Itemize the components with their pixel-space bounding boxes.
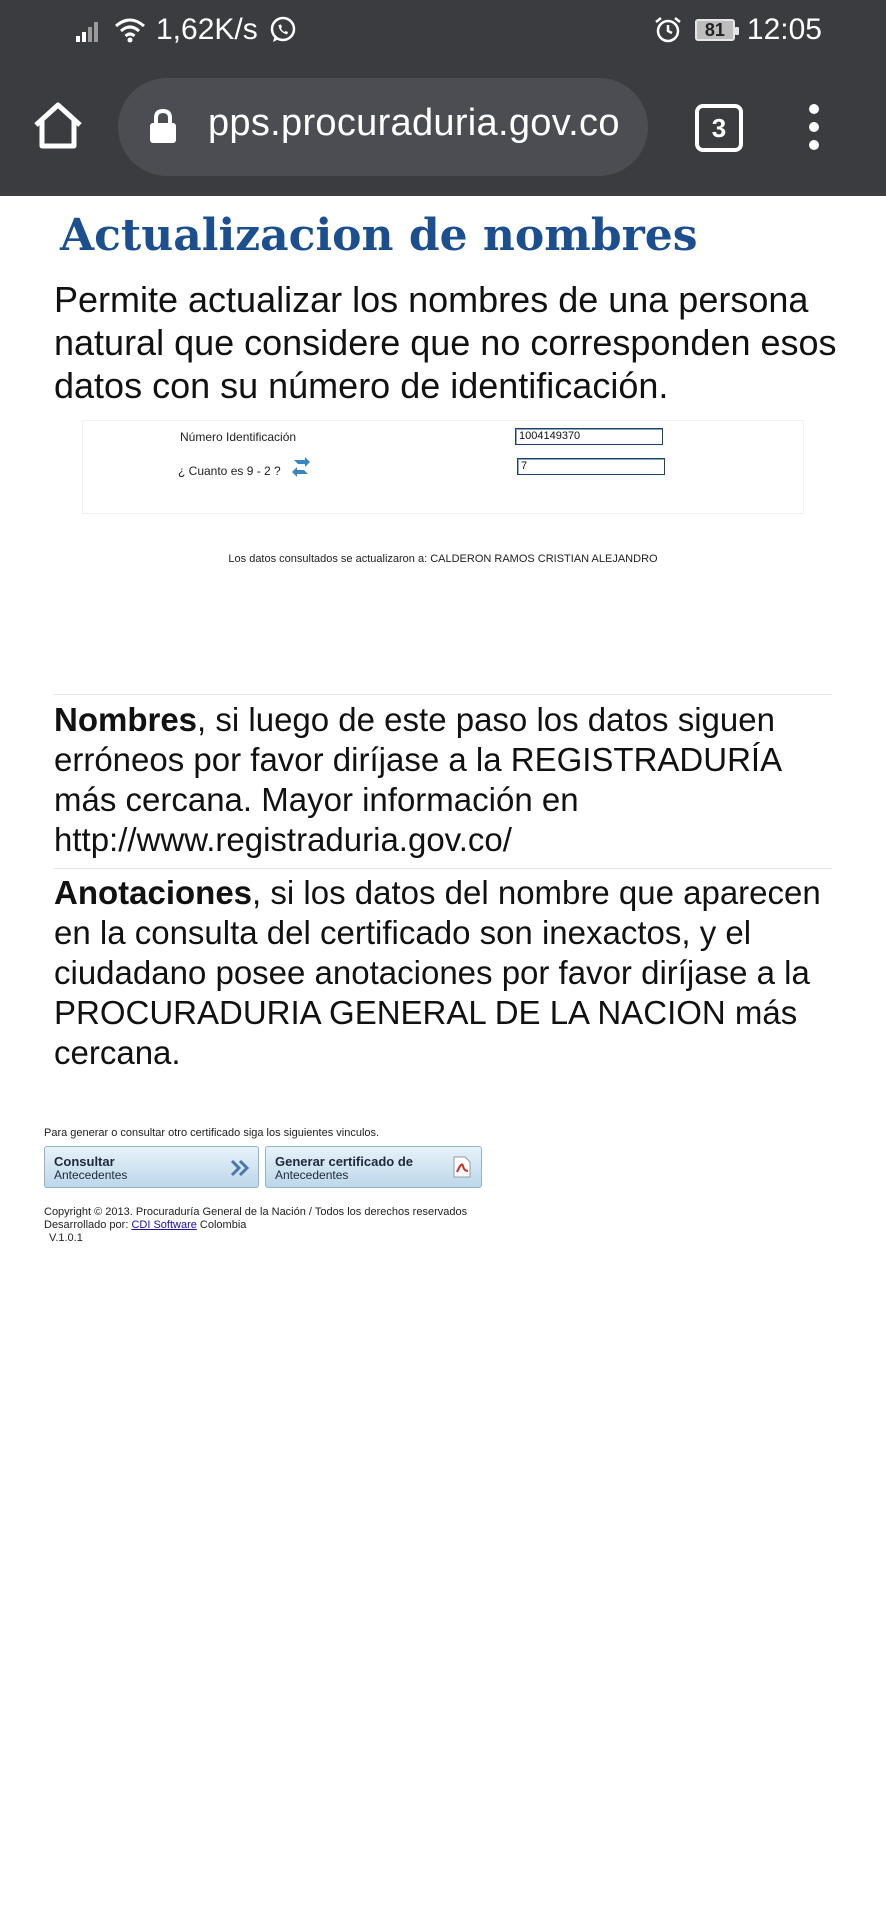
refresh-captcha-icon[interactable] [292, 457, 310, 477]
anotaciones-note: Anotaciones, si los datos del nombre que… [54, 873, 844, 1073]
id-number-input[interactable]: 1004149370 [515, 428, 663, 445]
signal-icon [76, 22, 98, 42]
address-bar[interactable]: pps.procuraduria.gov.co [118, 78, 648, 176]
links-hint: Para generar o consultar otro certificad… [44, 1127, 380, 1139]
footer-dev-suffix: Colombia [196, 1219, 247, 1231]
double-chevron-right-icon [230, 1159, 250, 1177]
wifi-icon [115, 18, 145, 43]
whatsapp-icon [270, 16, 295, 42]
footer-developer: Desarrollado por: CDI Software Colombia [44, 1219, 467, 1232]
footer-copyright: Copyright © 2013. Procuraduría General d… [44, 1206, 468, 1218]
id-label: Número Identificación [180, 430, 297, 444]
nombres-note: Nombres, si luego de este paso los datos… [54, 700, 844, 860]
tab-count: 3 [711, 112, 727, 143]
battery-icon: 81 [694, 19, 739, 41]
footer-dev-prefix: Desarrollado por: [44, 1219, 132, 1231]
page-title: Actualizacion de nombres [60, 210, 698, 261]
battery-level: 81 [704, 19, 725, 40]
generar-label: Generar certificado de [275, 1154, 413, 1169]
alarm-icon [655, 17, 681, 43]
divider [54, 868, 832, 869]
consultar-sublabel: Antecedentes [54, 1168, 128, 1182]
lock-icon[interactable] [148, 108, 178, 144]
consultar-antecedentes-button[interactable]: Consultar Antecedentes [44, 1146, 259, 1188]
captcha-answer-input[interactable]: 7 [517, 458, 665, 475]
intro-text: Permite actualizar los nombres de una pe… [54, 279, 837, 406]
network-speed: 1,62K/s [156, 13, 258, 46]
captcha-label: ¿ Cuanto es 9 - 2 ? [178, 464, 281, 478]
footer: Copyright © 2013. Procuraduría General d… [44, 1206, 467, 1245]
divider [54, 694, 832, 695]
update-form: Número Identificación 1004149370 ¿ Cuant… [82, 420, 804, 514]
browser-toolbar: pps.procuraduria.gov.co 3 [0, 72, 886, 180]
anotaciones-heading: Anotaciones [54, 874, 253, 911]
more-options-icon[interactable] [808, 104, 820, 150]
consultar-label: Consultar [54, 1154, 115, 1169]
home-icon[interactable] [30, 98, 86, 154]
nombres-heading: Nombres [54, 701, 198, 738]
tab-switcher-button[interactable]: 3 [695, 104, 743, 152]
generar-certificado-button[interactable]: Generar certificado de Antecedentes [265, 1146, 482, 1188]
browser-chrome: 1,62K/s 81 12:05 pps.procuraduria.gov.co… [0, 0, 886, 196]
url-text[interactable]: pps.procuraduria.gov.co [208, 102, 620, 145]
status-bar: 1,62K/s 81 12:05 [0, 0, 886, 60]
cdi-software-link[interactable]: CDI Software [131, 1219, 196, 1231]
generar-sublabel: Antecedentes [275, 1168, 349, 1182]
footer-version: V.1.0.1 [49, 1232, 83, 1244]
pdf-icon [453, 1156, 471, 1178]
result-message: Los datos consultados se actualizaron a:… [228, 553, 658, 565]
clock: 12:05 [746, 13, 822, 46]
